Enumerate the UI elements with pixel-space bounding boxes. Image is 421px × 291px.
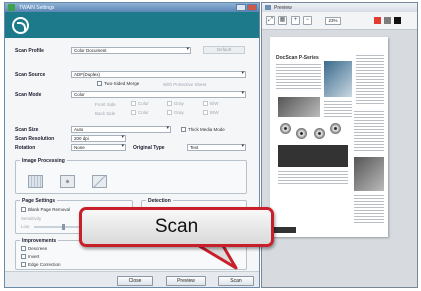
brightness-icon[interactable] [60,175,75,188]
thumbnails-icon[interactable]: ▦ [278,16,287,25]
minimize-button[interactable] [236,4,246,11]
preview-app-icon [265,5,271,10]
scan-source-label: Scan Source [15,71,46,78]
dialog-button-bar: Close Preview Scan [5,271,259,287]
page-text-column [354,195,384,225]
page-photo [278,145,348,167]
back-bw-checkbox[interactable]: B/W [203,110,219,115]
zoom-out-icon[interactable]: − [303,16,312,25]
scan-button[interactable]: Scan [218,276,254,286]
zoom-in-icon[interactable]: + [291,16,300,25]
zoom-level-field[interactable]: 23% [325,17,341,25]
image-filter-icon[interactable] [28,175,43,188]
original-type-label: Original Type [133,145,165,151]
rotation-label: Rotation [15,144,36,151]
bw-mode-icon[interactable] [394,17,401,24]
brand-logo-icon [12,17,29,34]
scan-mode-label: Scan Mode [15,91,42,98]
default-button[interactable]: Default [203,46,245,54]
page-text-block [276,64,321,90]
scan-size-select[interactable]: Auto [71,126,171,133]
page-photo [354,157,384,191]
image-processing-group: Image Processing [15,158,247,194]
preview-button[interactable]: Preview [166,276,206,286]
preview-titlebar: Preview [262,3,417,12]
close-window-button[interactable] [247,4,257,11]
disc-graphic [296,128,307,139]
app-icon [8,4,15,11]
blank-page-removal-checkbox[interactable]: Blank Page Removal [21,207,70,212]
page-text-block [278,171,348,185]
scan-mode-select[interactable]: Color [71,91,246,98]
disc-graphic [330,123,341,134]
front-bw-checkbox[interactable]: B/W [203,101,219,106]
fit-page-icon[interactable]: ⤢ [266,16,275,25]
page-text-block [324,101,352,119]
with-protective-sheet-label: With Protective Sheet [163,82,207,87]
gray-mode-icon[interactable] [384,17,391,24]
page-footer-logo [274,227,296,233]
scan-source-select[interactable]: ADF(Duplex) [71,71,246,78]
settings-titlebar: TWAIN Settings [5,3,259,12]
image-processing-title: Image Processing [20,158,67,164]
back-gray-checkbox[interactable]: Gray [167,110,184,115]
sharpen-icon[interactable] [92,175,107,188]
original-type-select[interactable]: Text [187,144,246,151]
scan-size-label: Scan Size [15,126,39,133]
page-settings-title: Page Settings [20,198,58,204]
page-text-column [356,55,384,105]
improvements-title: Improvements [20,238,59,244]
low-label: Low [21,224,30,229]
scan-profile-select[interactable]: Color Document [71,47,191,54]
edge-correction-checkbox[interactable]: Edge Correction [21,262,61,267]
callout-pointer [196,244,238,270]
disc-graphic [280,123,291,134]
brand-banner [5,12,259,38]
page-photo [324,61,352,97]
scan-resolution-label: Scan Resolution [15,135,55,142]
page-text-column [354,111,384,151]
settings-title: TWAIN Settings [19,5,55,11]
scan-callout: Scan [79,207,274,247]
preview-window: Preview ⤢ ▦ + − 23% DocScan P-Series [261,2,418,288]
detection-title: Detection [146,198,173,204]
back-color-checkbox[interactable]: Color [131,110,149,115]
scan-profile-label: Scan Profile [15,47,44,54]
front-side-label: Front Side [95,102,116,107]
rotation-select[interactable]: None [71,144,126,151]
invert-checkbox[interactable]: Invert [21,254,39,259]
color-mode-icon[interactable] [374,17,381,24]
back-side-label: Back Side [95,111,116,116]
thick-media-mode-checkbox[interactable]: Thick Media Mode [181,127,225,132]
front-gray-checkbox[interactable]: Gray [167,101,184,106]
page-photo [278,97,320,117]
preview-page: DocScan P-Series [270,37,388,237]
preview-title: Preview [274,5,292,11]
front-color-checkbox[interactable]: Color [131,101,149,106]
scan-resolution-select[interactable]: 200 dpi [71,135,126,142]
descreen-checkbox[interactable]: Descreen [21,246,47,251]
close-button[interactable]: Close [117,276,153,286]
two-sided-merge-checkbox[interactable]: Two-Sided Merge [97,81,139,86]
disc-graphic [314,128,325,139]
preview-page-title: DocScan P-Series [276,55,319,61]
sensitivity-label: Sensitivity [21,216,42,221]
preview-toolbar: ⤢ ▦ + − 23% [262,12,417,30]
